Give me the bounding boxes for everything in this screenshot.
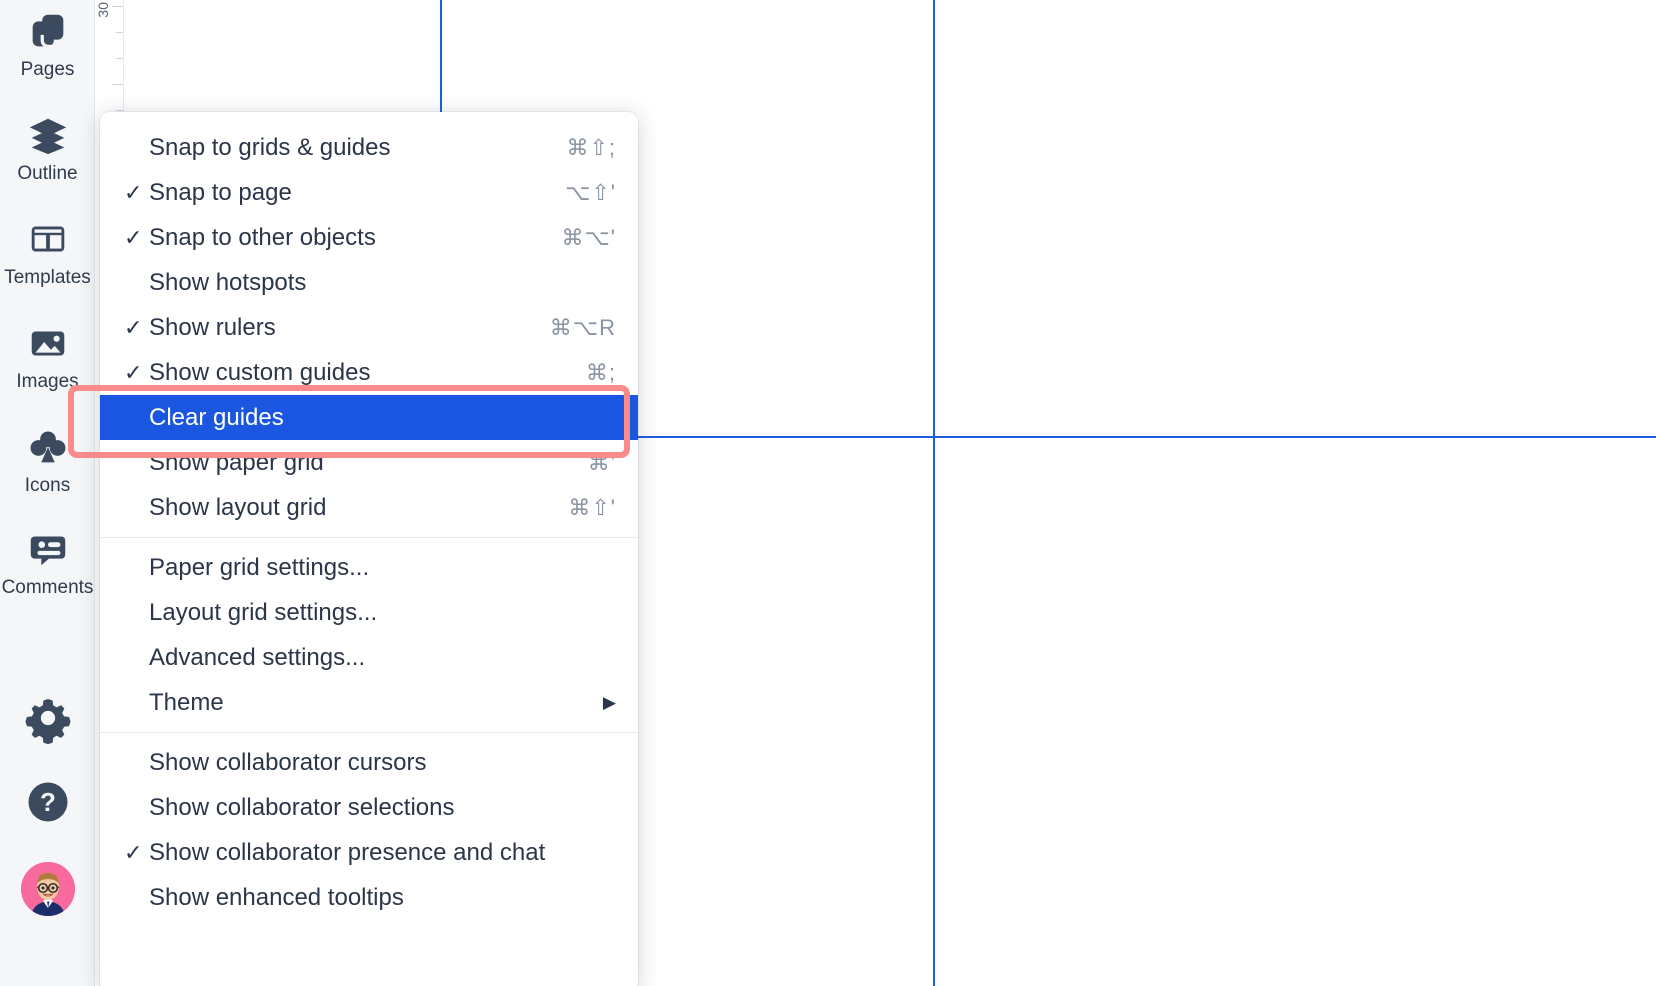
club-icon	[30, 431, 65, 463]
ruler-label-30: 30	[95, 2, 111, 18]
menu-item-label: Show collaborator selections	[149, 793, 455, 821]
sidebar-item-label: Images	[16, 371, 79, 392]
user-avatar[interactable]	[0, 862, 95, 916]
menu-item-show-rulers[interactable]: ✓ Show rulers ⌘⌥R	[100, 305, 638, 350]
menu-item-label: Clear guides	[149, 403, 284, 431]
svg-text:?: ?	[40, 787, 56, 817]
menu-item-label: Show collaborator presence and chat	[149, 838, 546, 866]
sidebar-item-images[interactable]: Images	[0, 320, 95, 393]
sidebar-item-outline[interactable]: Outline	[0, 112, 95, 185]
menu-item-layout-grid-settings[interactable]: Layout grid settings...	[100, 590, 638, 635]
menu-item-label: Layout grid settings...	[149, 598, 378, 626]
menu-item-show-collaborator-cursors[interactable]: Show collaborator cursors	[100, 740, 638, 785]
menu-item-snap-to-page[interactable]: ✓ Snap to page ⌥⇧'	[100, 170, 638, 215]
pages-icon	[32, 14, 63, 48]
sidebar-item-icons[interactable]: Icons	[0, 424, 95, 497]
menu-item-snap-to-grids-and-guides[interactable]: Snap to grids & guides ⌘⇧;	[100, 125, 638, 170]
menu-item-shortcut: ⌘⇧'	[568, 494, 616, 520]
ruler-tick	[116, 58, 123, 59]
sidebar-item-label: Comments	[1, 577, 94, 598]
gear-icon	[24, 699, 71, 744]
comment-icon	[30, 536, 65, 566]
view-context-menu[interactable]: Snap to grids & guides ⌘⇧; ✓ Snap to pag…	[100, 112, 638, 986]
check-icon: ✓	[124, 839, 143, 865]
menu-item-shortcut: ⌘⌥'	[561, 224, 616, 250]
menu-item-snap-to-other-objects[interactable]: ✓ Snap to other objects ⌘⌥'	[100, 215, 638, 260]
question-circle-icon: ?	[28, 782, 67, 822]
help-button[interactable]: ?	[0, 776, 95, 828]
settings-button[interactable]	[0, 692, 95, 744]
sidebar-item-comments[interactable]: Comments	[0, 526, 95, 599]
menu-item-shortcut: ⌥⇧'	[565, 179, 616, 205]
menu-item-paper-grid-settings[interactable]: Paper grid settings...	[100, 545, 638, 590]
sidebar-item-templates[interactable]: Templates	[0, 216, 95, 289]
menu-item-show-collaborator-presence-and-chat[interactable]: ✓ Show collaborator presence and chat	[100, 830, 638, 875]
menu-separator	[100, 537, 638, 538]
menu-item-show-hotspots[interactable]: Show hotspots	[100, 260, 638, 305]
check-icon: ✓	[124, 359, 143, 385]
menu-item-show-custom-guides[interactable]: ✓ Show custom guides ⌘;	[100, 350, 638, 395]
sidebar-item-label: Pages	[20, 59, 75, 80]
menu-separator	[100, 732, 638, 733]
menu-item-label: Theme	[149, 688, 224, 716]
menu-item-theme[interactable]: Theme ▶	[100, 680, 638, 725]
sidebar-item-pages[interactable]: Pages	[0, 8, 95, 81]
avatar-illustration	[20, 862, 75, 916]
application-window: 30 Pages Outline Templates Images Icons …	[0, 0, 1656, 986]
menu-item-label: Snap to other objects	[149, 223, 376, 251]
menu-item-label: Show layout grid	[149, 493, 327, 521]
menu-item-shortcut: ⌘;	[585, 359, 616, 385]
sidebar-item-label: Templates	[4, 267, 91, 288]
menu-item-label: Show enhanced tooltips	[149, 883, 404, 911]
menu-item-label: Show custom guides	[149, 358, 371, 386]
check-icon: ✓	[124, 224, 143, 250]
ruler-tick	[112, 84, 123, 85]
layers-icon	[29, 118, 66, 155]
sidebar-item-label: Icons	[24, 475, 71, 496]
menu-item-show-enhanced-tooltips[interactable]: Show enhanced tooltips	[100, 875, 638, 920]
vertical-guide-2[interactable]	[933, 0, 935, 986]
menu-item-label: Snap to page	[149, 178, 292, 206]
menu-item-label: Show paper grid	[149, 448, 324, 476]
check-icon: ✓	[124, 314, 143, 340]
menu-item-label: Snap to grids & guides	[149, 133, 391, 161]
left-sidebar: Pages Outline Templates Images Icons Com…	[0, 0, 95, 986]
avatar	[20, 862, 75, 916]
ruler-tick	[116, 32, 123, 33]
menu-item-label: Paper grid settings...	[149, 553, 370, 581]
menu-item-label: Show hotspots	[149, 268, 307, 296]
menu-item-show-layout-grid[interactable]: Show layout grid ⌘⇧'	[100, 485, 638, 530]
image-icon	[31, 331, 64, 356]
menu-item-label: Show collaborator cursors	[149, 748, 427, 776]
check-icon: ✓	[124, 179, 143, 205]
menu-item-label: Show rulers	[149, 313, 276, 341]
menu-item-shortcut: ⌘⌥R	[549, 314, 616, 340]
menu-item-label: Advanced settings...	[149, 643, 366, 671]
menu-item-shortcut: ⌘⇧;	[566, 134, 616, 160]
menu-item-show-collaborator-selections[interactable]: Show collaborator selections	[100, 785, 638, 830]
menu-item-shortcut: ⌘'	[587, 449, 616, 475]
ruler-tick	[112, 6, 123, 7]
menu-item-advanced-settings[interactable]: Advanced settings...	[100, 635, 638, 680]
templates-icon	[31, 226, 64, 252]
menu-item-show-paper-grid[interactable]: Show paper grid ⌘'	[100, 440, 638, 485]
submenu-arrow-icon: ▶	[602, 692, 616, 712]
menu-item-clear-guides[interactable]: Clear guides	[100, 395, 638, 440]
sidebar-item-label: Outline	[17, 163, 78, 184]
ruler-tick	[116, 110, 123, 111]
